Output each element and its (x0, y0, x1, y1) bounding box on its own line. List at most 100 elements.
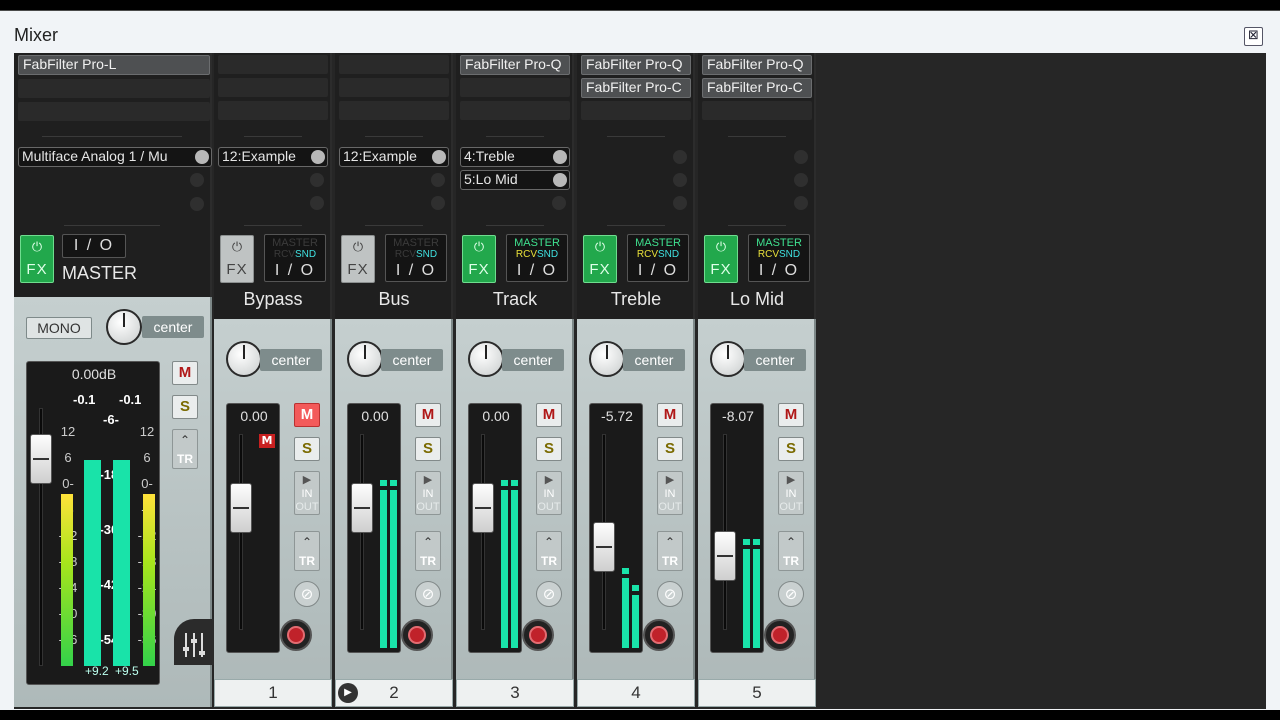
fx-slot-empty[interactable] (18, 102, 210, 121)
close-icon[interactable]: ⊠ (1244, 27, 1263, 46)
pan-knob[interactable] (226, 341, 262, 377)
fx-slot-empty[interactable] (339, 101, 449, 120)
send-knob[interactable] (195, 150, 209, 164)
track-name[interactable]: Lo Mid (698, 289, 816, 310)
mute-button[interactable]: M (294, 403, 320, 427)
phase-invert-icon[interactable]: ⊘ (294, 581, 320, 607)
fx-slot-empty[interactable] (218, 78, 328, 97)
phase-invert-icon[interactable]: ⊘ (657, 581, 683, 607)
send-knob[interactable] (553, 150, 567, 164)
fx-slot-empty[interactable] (218, 55, 328, 74)
tr-button[interactable]: ⌃ TR (536, 531, 562, 571)
send-slot[interactable]: 4:Treble (460, 147, 570, 167)
io-route-button[interactable]: MASTER RCVSND I / O (748, 234, 810, 282)
master-tr-button[interactable]: ⌃ TR (172, 429, 198, 469)
record-arm-button[interactable] (401, 619, 433, 651)
solo-button[interactable]: S (657, 437, 683, 461)
phase-invert-icon[interactable]: ⊘ (778, 581, 804, 607)
fx-toggle[interactable]: ⏻ FX (220, 235, 254, 283)
track-name[interactable]: Track (456, 289, 574, 310)
mixer-settings-icon[interactable] (174, 619, 214, 665)
master-fx-slot[interactable]: FabFilter Pro-L (18, 55, 210, 75)
phase-invert-icon[interactable]: ⊘ (415, 581, 441, 607)
io-route-button[interactable]: MASTER RCVSND I / O (506, 234, 568, 282)
send-slot[interactable]: 12:Example (339, 147, 449, 167)
master-pan-knob[interactable] (106, 309, 142, 345)
volume-readout[interactable]: -8.07 (711, 408, 765, 424)
solo-button[interactable]: S (778, 437, 804, 461)
fx-slot[interactable]: FabFilter Pro-C (581, 78, 691, 98)
in-out-button[interactable]: ▶ IN OUT (657, 471, 683, 515)
volume-readout[interactable]: 0.00 (469, 408, 523, 424)
tr-button[interactable]: ⌃ TR (778, 531, 804, 571)
tr-button[interactable]: ⌃ TR (415, 531, 441, 571)
mono-button[interactable]: MONO (26, 317, 92, 339)
fx-slot-empty[interactable] (581, 101, 691, 120)
fx-slot-empty[interactable] (218, 101, 328, 120)
pan-knob[interactable] (710, 341, 746, 377)
mute-button[interactable]: M (778, 403, 804, 427)
track-name[interactable]: Bus (335, 289, 453, 310)
fx-toggle[interactable]: ⏻ FX (341, 235, 375, 283)
volume-readout[interactable]: 0.00 (227, 408, 281, 424)
mute-button[interactable]: M (536, 403, 562, 427)
track-number[interactable]: 4 (577, 679, 695, 707)
volume-readout[interactable]: -5.72 (590, 408, 644, 424)
master-fader-cap[interactable] (30, 434, 52, 485)
pan-knob[interactable] (589, 341, 625, 377)
record-arm-button[interactable] (764, 619, 796, 651)
send-slot[interactable]: 12:Example (218, 147, 328, 167)
record-arm-button[interactable] (522, 619, 554, 651)
master-fx-toggle[interactable]: ⏻ FX (20, 235, 54, 283)
fader-cap[interactable] (351, 483, 373, 534)
fx-toggle[interactable]: ⏻ FX (704, 235, 738, 283)
fader-cap[interactable] (714, 530, 736, 581)
track-name[interactable]: Treble (577, 289, 695, 310)
fx-slot-empty[interactable] (702, 101, 812, 120)
master-send[interactable]: Multiface Analog 1 / Mu (18, 147, 212, 167)
solo-button[interactable]: S (536, 437, 562, 461)
fx-slot-empty[interactable] (18, 79, 210, 98)
fx-slot-empty[interactable] (460, 101, 570, 120)
io-route-button[interactable]: MASTER RCVSND I / O (264, 234, 326, 282)
master-io-button[interactable]: I / O (62, 234, 126, 258)
master-mute-button[interactable]: M (172, 361, 198, 385)
fx-toggle[interactable]: ⏻ FX (583, 235, 617, 283)
volume-readout[interactable]: 0.00 (348, 408, 402, 424)
in-out-button[interactable]: ▶ IN OUT (536, 471, 562, 515)
track-name[interactable]: Bypass (214, 289, 332, 310)
phase-invert-icon[interactable]: ⊘ (536, 581, 562, 607)
fx-slot[interactable]: FabFilter Pro-C (702, 78, 812, 98)
fx-slot-empty[interactable] (339, 55, 449, 74)
track-number[interactable]: 5 (698, 679, 816, 707)
solo-button[interactable]: S (415, 437, 441, 461)
mute-button[interactable]: M (415, 403, 441, 427)
tr-button[interactable]: ⌃ TR (294, 531, 320, 571)
fx-slot-empty[interactable] (460, 78, 570, 97)
fader-cap[interactable] (472, 483, 494, 534)
track-number[interactable]: 3 (456, 679, 574, 707)
pan-knob[interactable] (347, 341, 383, 377)
play-icon[interactable]: ▶ (338, 683, 358, 703)
fx-slot-empty[interactable] (339, 78, 449, 97)
fx-toggle[interactable]: ⏻ FX (462, 235, 496, 283)
record-arm-button[interactable] (280, 619, 312, 651)
track-number[interactable]: 1 (214, 679, 332, 707)
io-route-button[interactable]: MASTER RCVSND I / O (627, 234, 689, 282)
send-knob[interactable] (311, 150, 325, 164)
record-arm-button[interactable] (643, 619, 675, 651)
tr-button[interactable]: ⌃ TR (657, 531, 683, 571)
in-out-button[interactable]: ▶ IN OUT (778, 471, 804, 515)
solo-button[interactable]: S (294, 437, 320, 461)
track-number[interactable]: ▶ 2 (335, 679, 453, 707)
fx-slot[interactable]: FabFilter Pro-Q (702, 55, 812, 75)
io-route-button[interactable]: MASTER RCVSND I / O (385, 234, 447, 282)
mute-button[interactable]: M (657, 403, 683, 427)
master-solo-button[interactable]: S (172, 395, 198, 419)
fx-slot[interactable]: FabFilter Pro-Q (460, 55, 570, 75)
fx-slot[interactable]: FabFilter Pro-Q (581, 55, 691, 75)
master-volume-readout[interactable]: 0.00dB (27, 366, 161, 382)
send-knob[interactable] (432, 150, 446, 164)
send-knob[interactable] (553, 173, 567, 187)
in-out-button[interactable]: ▶ IN OUT (415, 471, 441, 515)
